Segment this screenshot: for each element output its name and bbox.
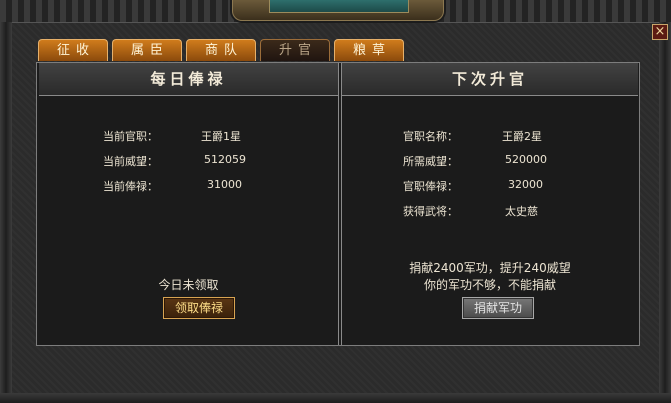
rank-salary-value: 32000 — [508, 178, 543, 191]
tab-bar: 征收 属臣 商队 升官 粮草 — [38, 39, 404, 63]
content-area: 每日俸禄 当前官职： 王爵1星 当前威望： 512059 当前俸禄： 31000… — [36, 62, 640, 346]
tab-levy[interactable]: 征收 — [38, 39, 108, 61]
title-crest-plate — [269, 0, 409, 13]
gained-general-label: 获得武将： — [403, 205, 458, 218]
rank-salary-label: 官职俸禄： — [403, 180, 458, 193]
close-icon: × — [654, 24, 666, 39]
current-rank-label: 当前官职： — [103, 130, 158, 143]
current-rank-row: 当前官职： 王爵1星 — [39, 128, 339, 144]
left-frame-rail — [0, 22, 12, 403]
current-salary-label: 当前俸禄： — [103, 180, 158, 193]
tab-vassals[interactable]: 属臣 — [112, 39, 182, 61]
current-rank-value: 王爵1星 — [201, 130, 241, 143]
next-promotion-title: 下次升官 — [342, 63, 638, 96]
bottom-frame-rail — [0, 393, 671, 403]
current-prestige-value: 512059 — [204, 153, 246, 166]
tab-provisions[interactable]: 粮草 — [334, 39, 404, 61]
current-prestige-row: 当前威望： 512059 — [39, 153, 339, 169]
current-prestige-label: 当前威望： — [103, 155, 158, 168]
gained-general-value: 太史慈 — [505, 205, 538, 218]
rank-name-row: 官职名称： 王爵2星 — [342, 128, 639, 144]
rank-name-label: 官职名称： — [403, 130, 458, 143]
daily-salary-title: 每日俸禄 — [39, 63, 338, 96]
required-prestige-value: 520000 — [505, 153, 547, 166]
required-prestige-label: 所需威望： — [403, 155, 458, 168]
daily-salary-panel: 每日俸禄 当前官职： 王爵1星 当前威望： 512059 当前俸禄： 31000… — [39, 63, 339, 345]
donate-merit-button[interactable]: 捐献军功 — [462, 297, 534, 319]
rank-salary-row: 官职俸禄： 32000 — [342, 178, 639, 194]
top-ornament — [0, 0, 671, 23]
claim-salary-button[interactable]: 领取俸禄 — [163, 297, 235, 319]
title-crest — [232, 0, 444, 21]
current-salary-row: 当前俸禄： 31000 — [39, 178, 339, 194]
donate-warning-text: 你的军功不够，不能捐献 — [423, 278, 556, 292]
claim-status-text: 今日未领取 — [158, 278, 219, 292]
next-promotion-panel: 下次升官 官职名称： 王爵2星 所需威望： 520000 官职俸禄： 32000… — [341, 63, 638, 345]
donate-info-text: 捐献2400军功，提升240威望 — [409, 261, 571, 275]
tab-promotion[interactable]: 升官 — [260, 39, 330, 61]
dialog-window: × 征收 属臣 商队 升官 粮草 每日俸禄 当前官职： 王爵1星 当前威望： 5… — [0, 0, 671, 403]
gained-general-row: 获得武将： 太史慈 — [342, 203, 639, 219]
rank-name-value: 王爵2星 — [502, 130, 542, 143]
tab-caravan[interactable]: 商队 — [186, 39, 256, 61]
current-salary-value: 31000 — [207, 178, 242, 191]
right-frame-rail — [659, 22, 671, 403]
required-prestige-row: 所需威望： 520000 — [342, 153, 639, 169]
close-button[interactable]: × — [652, 24, 668, 40]
